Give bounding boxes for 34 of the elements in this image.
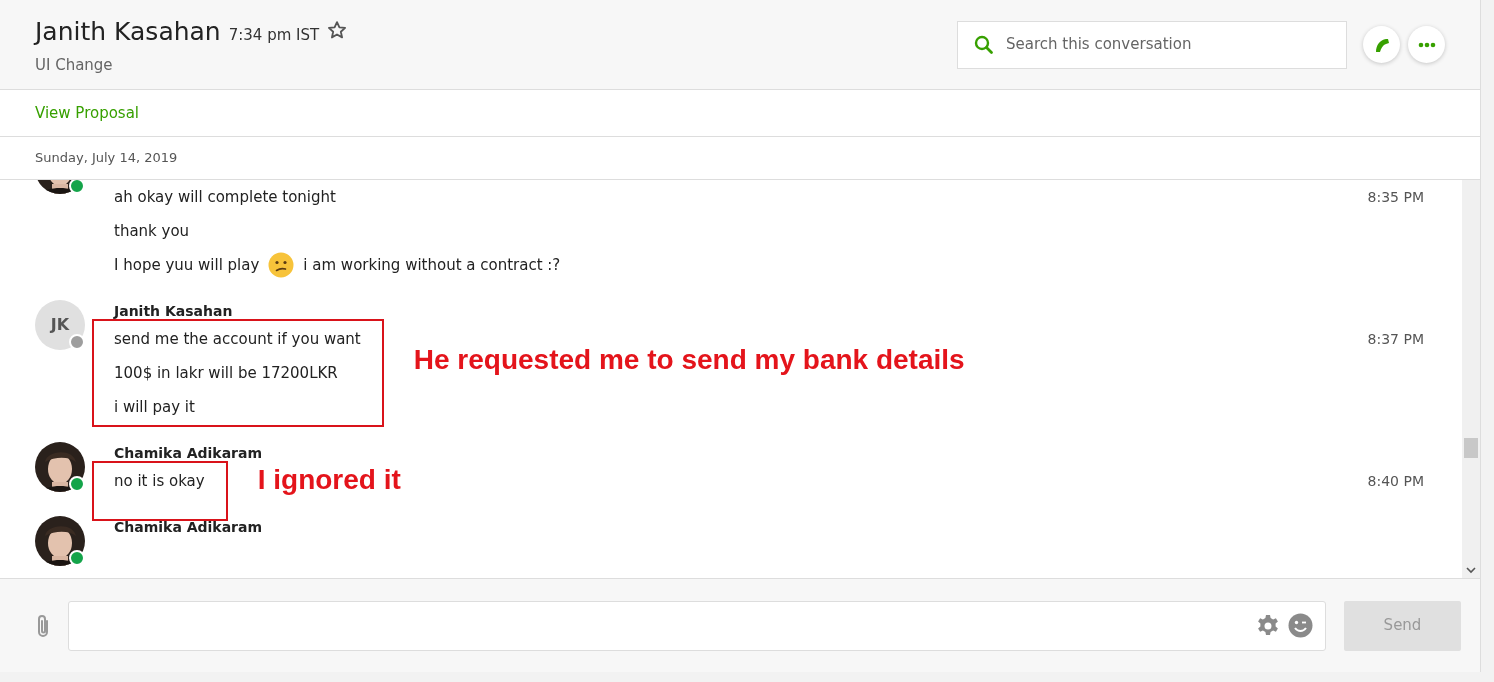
- message-text: i am working without a contract :?: [303, 254, 561, 276]
- sender-name: Chamika Adikaram: [114, 444, 264, 463]
- message-text: i will pay it: [114, 396, 195, 418]
- message-text: send me the account if you want: [114, 328, 361, 350]
- search-icon: [974, 34, 994, 55]
- message-time: 8:35 PM: [1367, 187, 1424, 207]
- message-time: 8:37 PM: [1367, 329, 1424, 349]
- paperclip-icon[interactable]: [36, 612, 50, 639]
- search-field[interactable]: Search this conversation: [957, 20, 1347, 69]
- contact-name: Janith Kasahan: [35, 15, 221, 48]
- conversation-subtitle: UI Change: [35, 55, 114, 76]
- more-icon: [1417, 41, 1436, 48]
- message-time: 8:40 PM: [1367, 471, 1424, 491]
- message-text: no it is okay: [114, 470, 205, 492]
- star-icon[interactable]: [327, 19, 348, 40]
- search-input[interactable]: Search this conversation: [1004, 32, 1330, 57]
- phone-button[interactable]: [1363, 26, 1400, 63]
- view-proposal-link[interactable]: View Proposal: [35, 101, 140, 125]
- annotation-text: I ignored it: [257, 463, 401, 497]
- message-text: ah okay will complete tonight: [114, 186, 336, 208]
- emoji-icon[interactable]: [1288, 613, 1313, 638]
- avatar-initials: JK: [35, 300, 85, 350]
- sender-name: Janith Kasahan: [114, 302, 234, 321]
- local-time: 7:34 pm IST: [228, 24, 320, 46]
- message-text: I hope yuu will play: [114, 254, 260, 276]
- message-text: thank you: [114, 220, 190, 242]
- gear-icon[interactable]: [1256, 613, 1280, 638]
- scrollbar-thumb[interactable]: [1464, 438, 1478, 458]
- message-text: 100$ in lakr will be 17200LKR: [114, 362, 338, 384]
- annotation-text: He requested me to send my bank details: [413, 343, 965, 377]
- more-button[interactable]: [1408, 26, 1445, 63]
- message-input[interactable]: [68, 600, 1326, 651]
- date-label: Sunday, July 14, 2019: [35, 149, 178, 168]
- sender-name: Chamika Adikaram: [114, 518, 264, 537]
